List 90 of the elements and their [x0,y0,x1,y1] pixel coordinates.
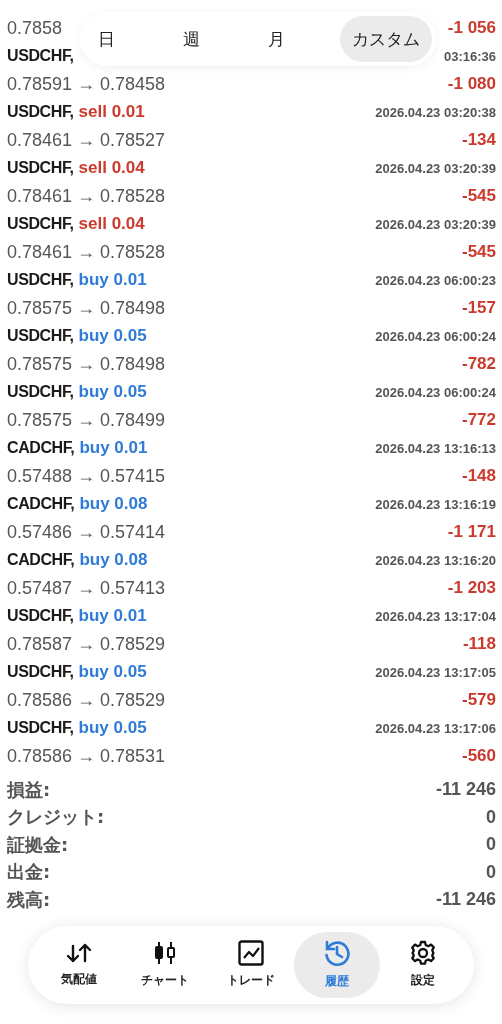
profit-value: -1 171 [447,522,496,542]
symbol-label: USDCHF, [7,607,74,625]
symbol-label: CADCHF, [7,551,75,569]
symbol-label: USDCHF, [7,271,74,289]
nav-tab[interactable]: 気配値 [36,931,122,998]
profit-value: -1 080 [447,74,496,94]
period-tab[interactable]: カスタム [340,16,432,62]
order-label: buy 0.08 [79,550,148,570]
summary-value: 0 [486,861,496,883]
profit-value: -118 [462,634,496,654]
deal-time: 2026.04.23 13:16:19 [375,496,496,512]
deal-time: 2026.04.23 03:20:38 [375,104,496,120]
summary-value: 0 [486,806,496,828]
nav-tab[interactable]: 設定 [380,931,466,998]
price-range: 0.78591 → 0.78458 [7,73,166,95]
deal-time: 2026.04.23 06:00:24 [375,328,496,344]
price-range: 0.57488 → 0.57415 [7,465,166,487]
period-tab[interactable]: 月 [254,16,299,62]
summary-label: 証拠金: [7,832,69,857]
nav-tab[interactable]: トレード [208,931,294,998]
symbol-label: USDCHF, [7,47,74,65]
deal-time: 2026.04.23 03:20:39 [375,160,496,176]
period-tab[interactable]: 日 [84,16,128,62]
deal-time: 2026.04.23 03:20:39 [375,216,496,232]
order-label: buy 0.01 [79,438,148,458]
order-label: buy 0.05 [78,718,147,738]
deal-time: 2026.04.23 13:17:06 [375,720,496,736]
summary-value: -11 246 [435,779,496,801]
symbol-label: USDCHF, [7,159,74,177]
symbol-label: USDCHF, [7,663,74,681]
symbol-label: USDCHF, [7,383,74,401]
price-range: 0.78586 → 0.78531 [7,745,166,767]
deal-time: 2026.04.23 13:16:13 [375,440,496,456]
price-range: 0.7858 [7,17,63,39]
profit-value: -1 203 [447,578,496,598]
history-icon [323,939,351,967]
settings-icon [410,940,436,966]
nav-tab[interactable]: 履歴 [294,931,380,998]
order-label: buy 0.05 [78,382,147,402]
symbol-label: CADCHF, [7,439,75,457]
profit-value: -772 [461,410,496,430]
up-down-arrows-icon [65,941,93,965]
order-label: sell 0.01 [78,102,145,122]
summary-label: 出金: [7,860,51,885]
summary-label: 残高: [7,887,51,912]
nav-tab[interactable]: チャート [122,931,208,998]
price-range: 0.78586 → 0.78529 [7,689,166,711]
symbol-label: USDCHF, [7,719,74,737]
price-range: 0.57486 → 0.57414 [7,521,166,543]
price-range: 0.78461 → 0.78528 [7,241,166,263]
line-chart-icon [238,940,264,966]
order-label: buy 0.01 [78,606,147,626]
summary-label: 損益: [7,777,51,802]
profit-value: -148 [461,466,496,486]
price-range: 0.78575 → 0.78498 [7,297,166,319]
profit-value: -134 [461,130,496,150]
profit-value: -545 [461,242,496,262]
order-label: buy 0.08 [79,494,148,514]
symbol-label: USDCHF, [7,327,74,345]
price-range: 0.78575 → 0.78499 [7,409,166,431]
profit-value: -560 [461,746,496,766]
deal-time: 2026.04.23 06:00:24 [375,384,496,400]
order-label: buy 0.05 [78,662,147,682]
price-range: 0.57487 → 0.57413 [7,577,166,599]
price-range: 0.78575 → 0.78498 [7,353,166,375]
price-range: 0.78461 → 0.78527 [7,129,166,151]
deal-time: 2026.04.23 06:00:23 [375,272,496,288]
profit-value: -782 [461,354,496,374]
summary-value: -11 246 [435,889,496,911]
symbol-label: CADCHF, [7,495,75,513]
symbol-label: USDCHF, [7,215,74,233]
order-label: buy 0.01 [78,270,147,290]
deal-time: 2026.04.23 13:16:20 [375,552,496,568]
symbol-label: USDCHF, [7,103,74,121]
deal-time: 2026.04.23 13:17:05 [375,664,496,680]
profit-value: -545 [461,186,496,206]
order-label: sell 0.04 [78,214,145,234]
price-range: 0.78461 → 0.78528 [7,185,166,207]
price-range: 0.78587 → 0.78529 [7,633,166,655]
profit-value: -579 [461,690,496,710]
deal-time: 03:16:36 [443,48,496,64]
deal-time: 2026.04.23 13:17:04 [375,608,496,624]
profit-value: -157 [461,298,496,318]
summary-value: 0 [486,834,496,856]
summary-label: クレジット: [7,805,105,830]
order-label: buy 0.05 [78,326,147,346]
profit-value: -1 056 [447,18,496,38]
period-tab[interactable]: 週 [169,16,214,62]
order-label: sell 0.04 [78,158,145,178]
candlestick-icon [153,940,177,966]
